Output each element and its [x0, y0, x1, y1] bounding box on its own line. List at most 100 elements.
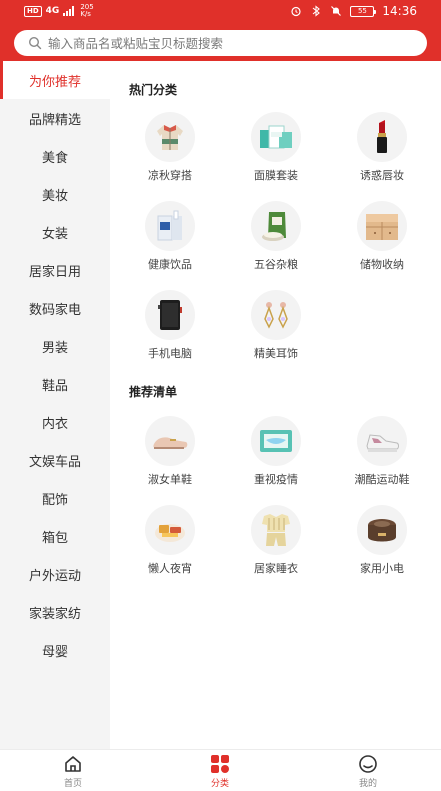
- hot-category-grid: 凉秋穿搭 面膜套装 诱惑唇妆 健康饮品 五谷杂粮 储物收纳 手机电脑 精美耳饰: [117, 112, 437, 362]
- recommend-item-label: 家用小电: [360, 562, 404, 575]
- category-item[interactable]: 健康饮品: [117, 201, 223, 273]
- tab-home[interactable]: 首页: [43, 754, 103, 789]
- category-item[interactable]: 诱惑唇妆: [329, 112, 435, 184]
- drawer-cabinet-icon: [357, 201, 407, 251]
- recommend-item[interactable]: 重视疫情: [223, 416, 329, 488]
- alarm-icon: [290, 5, 302, 17]
- category-item-label: 手机电脑: [148, 347, 192, 360]
- sidebar-item-entertainment-car[interactable]: 文娱车品: [0, 441, 110, 479]
- sidebar-item-shoes[interactable]: 鞋品: [0, 365, 110, 403]
- battery-level: 55: [357, 7, 367, 15]
- sidebar-item-label: 鞋品: [41, 378, 68, 394]
- sidebar-item-beauty[interactable]: 美妆: [0, 175, 110, 213]
- profile-icon: [359, 755, 377, 773]
- tab-profile[interactable]: 我的: [338, 754, 398, 789]
- home-icon: [65, 756, 81, 772]
- category-content: 热门分类 凉秋穿搭 面膜套装 诱惑唇妆 健康饮品 五谷杂粮 储物收纳 手机电脑 …: [110, 61, 441, 749]
- sidebar-item-label: 美食: [41, 150, 68, 166]
- category-item[interactable]: 精美耳饰: [223, 290, 329, 362]
- recommend-item[interactable]: 淑女单鞋: [117, 416, 223, 488]
- category-item-label: 凉秋穿搭: [148, 169, 192, 182]
- lipstick-icon: [357, 112, 407, 162]
- rice-cooker-icon: [357, 505, 407, 555]
- earrings-icon: [251, 290, 301, 340]
- sidebar-item-brand[interactable]: 品牌精选: [0, 99, 110, 137]
- snack-icon: [145, 505, 195, 555]
- speed-unit: K/s: [80, 10, 91, 18]
- sidebar-item-label: 箱包: [41, 530, 68, 546]
- sidebar-item-label: 为你推荐: [28, 74, 81, 90]
- phone-icon: [145, 290, 195, 340]
- sidebar-item-bags[interactable]: 箱包: [0, 517, 110, 555]
- mute-bell-icon: [330, 5, 342, 17]
- medical-mask-icon: [251, 416, 301, 466]
- status-left: HD 4G 205 K/s: [24, 4, 94, 18]
- sidebar-item-label: 母婴: [41, 644, 68, 660]
- sidebar-item-mother-baby[interactable]: 母婴: [0, 631, 110, 669]
- sidebar-item-accessories[interactable]: 配饰: [0, 479, 110, 517]
- section-title-hot: 热门分类: [129, 83, 178, 97]
- category-item[interactable]: 五谷杂粮: [223, 201, 329, 273]
- recommend-item-label: 淑女单鞋: [148, 473, 192, 486]
- category-item-label: 精美耳饰: [254, 347, 298, 360]
- sidebar-item-mens-wear[interactable]: 男装: [0, 327, 110, 365]
- recommend-list-grid: 淑女单鞋 重视疫情 潮酷运动鞋 懒人夜宵 居家睡衣 家用小电: [117, 416, 437, 577]
- sidebar-item-label: 内衣: [41, 416, 68, 432]
- clock: 14:36: [382, 4, 417, 18]
- recommend-item[interactable]: 懒人夜宵: [117, 505, 223, 577]
- sidebar-item-label: 男装: [41, 340, 68, 356]
- category-item[interactable]: 面膜套装: [223, 112, 329, 184]
- hd-badge: HD: [24, 5, 42, 17]
- header: HD 4G 205 K/s 55 14:36 输入商品名或粘贴宝贝标题搜索: [0, 0, 441, 61]
- sidebar-item-electronics[interactable]: 数码家电: [0, 289, 110, 327]
- status-right: 55 14:36: [290, 4, 417, 18]
- recommend-item[interactable]: 潮酷运动鞋: [329, 416, 435, 488]
- recommend-item-label: 重视疫情: [254, 473, 298, 486]
- face-mask-box-icon: [251, 112, 301, 162]
- sneaker-icon: [357, 416, 407, 466]
- search-icon: [28, 36, 42, 50]
- category-item-label: 储物收纳: [360, 258, 404, 271]
- category-item-label: 诱惑唇妆: [360, 169, 404, 182]
- sidebar-item-food[interactable]: 美食: [0, 137, 110, 175]
- section-title-recommend: 推荐清单: [129, 385, 178, 399]
- sidebar-item-label: 文娱车品: [28, 454, 81, 470]
- category-item-label: 五谷杂粮: [254, 258, 298, 271]
- recommend-item[interactable]: 居家睡衣: [223, 505, 329, 577]
- grain-bag-icon: [251, 201, 301, 251]
- recommend-item-label: 懒人夜宵: [148, 562, 192, 575]
- sidebar-item-label: 美妆: [41, 188, 68, 204]
- category-icon: [211, 755, 229, 773]
- sidebar-item-household[interactable]: 居家日用: [0, 251, 110, 289]
- recommend-item[interactable]: 家用小电: [329, 505, 435, 577]
- recommend-item-label: 潮酷运动鞋: [354, 473, 410, 486]
- flat-shoe-icon: [145, 416, 195, 466]
- category-item[interactable]: 凉秋穿搭: [117, 112, 223, 184]
- category-item[interactable]: 储物收纳: [329, 201, 435, 273]
- sidebar-item-home-textile[interactable]: 家装家纺: [0, 593, 110, 631]
- sidebar-item-label: 数码家电: [28, 302, 81, 318]
- tab-label: 分类: [210, 779, 229, 789]
- sidebar-item-label: 家装家纺: [28, 606, 81, 622]
- milk-box-icon: [145, 201, 195, 251]
- tab-category[interactable]: 分类: [190, 754, 250, 789]
- sidebar-item-outdoor[interactable]: 户外运动: [0, 555, 110, 593]
- jacket-icon: [145, 112, 195, 162]
- category-item-label: 健康饮品: [148, 258, 192, 271]
- sidebar-item-label: 品牌精选: [28, 112, 81, 128]
- bottom-tab-bar: 首页 分类 我的: [0, 749, 441, 791]
- search-bar[interactable]: [14, 30, 427, 56]
- battery-icon: 55: [350, 5, 377, 17]
- recommend-item-label: 居家睡衣: [254, 562, 298, 575]
- category-sidebar: 为你推荐 品牌精选 美食 美妆 女装 居家日用 数码家电 男装 鞋品 内衣 文娱…: [0, 61, 110, 749]
- app-screen: HD 4G 205 K/s 55 14:36 输入商品名或粘贴宝贝标题搜索 为你…: [0, 0, 441, 791]
- pajamas-icon: [251, 505, 301, 555]
- network-type: 4G: [45, 5, 60, 16]
- category-item[interactable]: 手机电脑: [117, 290, 223, 362]
- sidebar-item-underwear[interactable]: 内衣: [0, 403, 110, 441]
- search-input[interactable]: [48, 35, 408, 51]
- sidebar-item-recommend[interactable]: 为你推荐: [0, 61, 110, 99]
- signal-bars-icon: [63, 6, 75, 16]
- sidebar-item-womens-wear[interactable]: 女装: [0, 213, 110, 251]
- status-bar: HD 4G 205 K/s 55 14:36: [0, 0, 441, 24]
